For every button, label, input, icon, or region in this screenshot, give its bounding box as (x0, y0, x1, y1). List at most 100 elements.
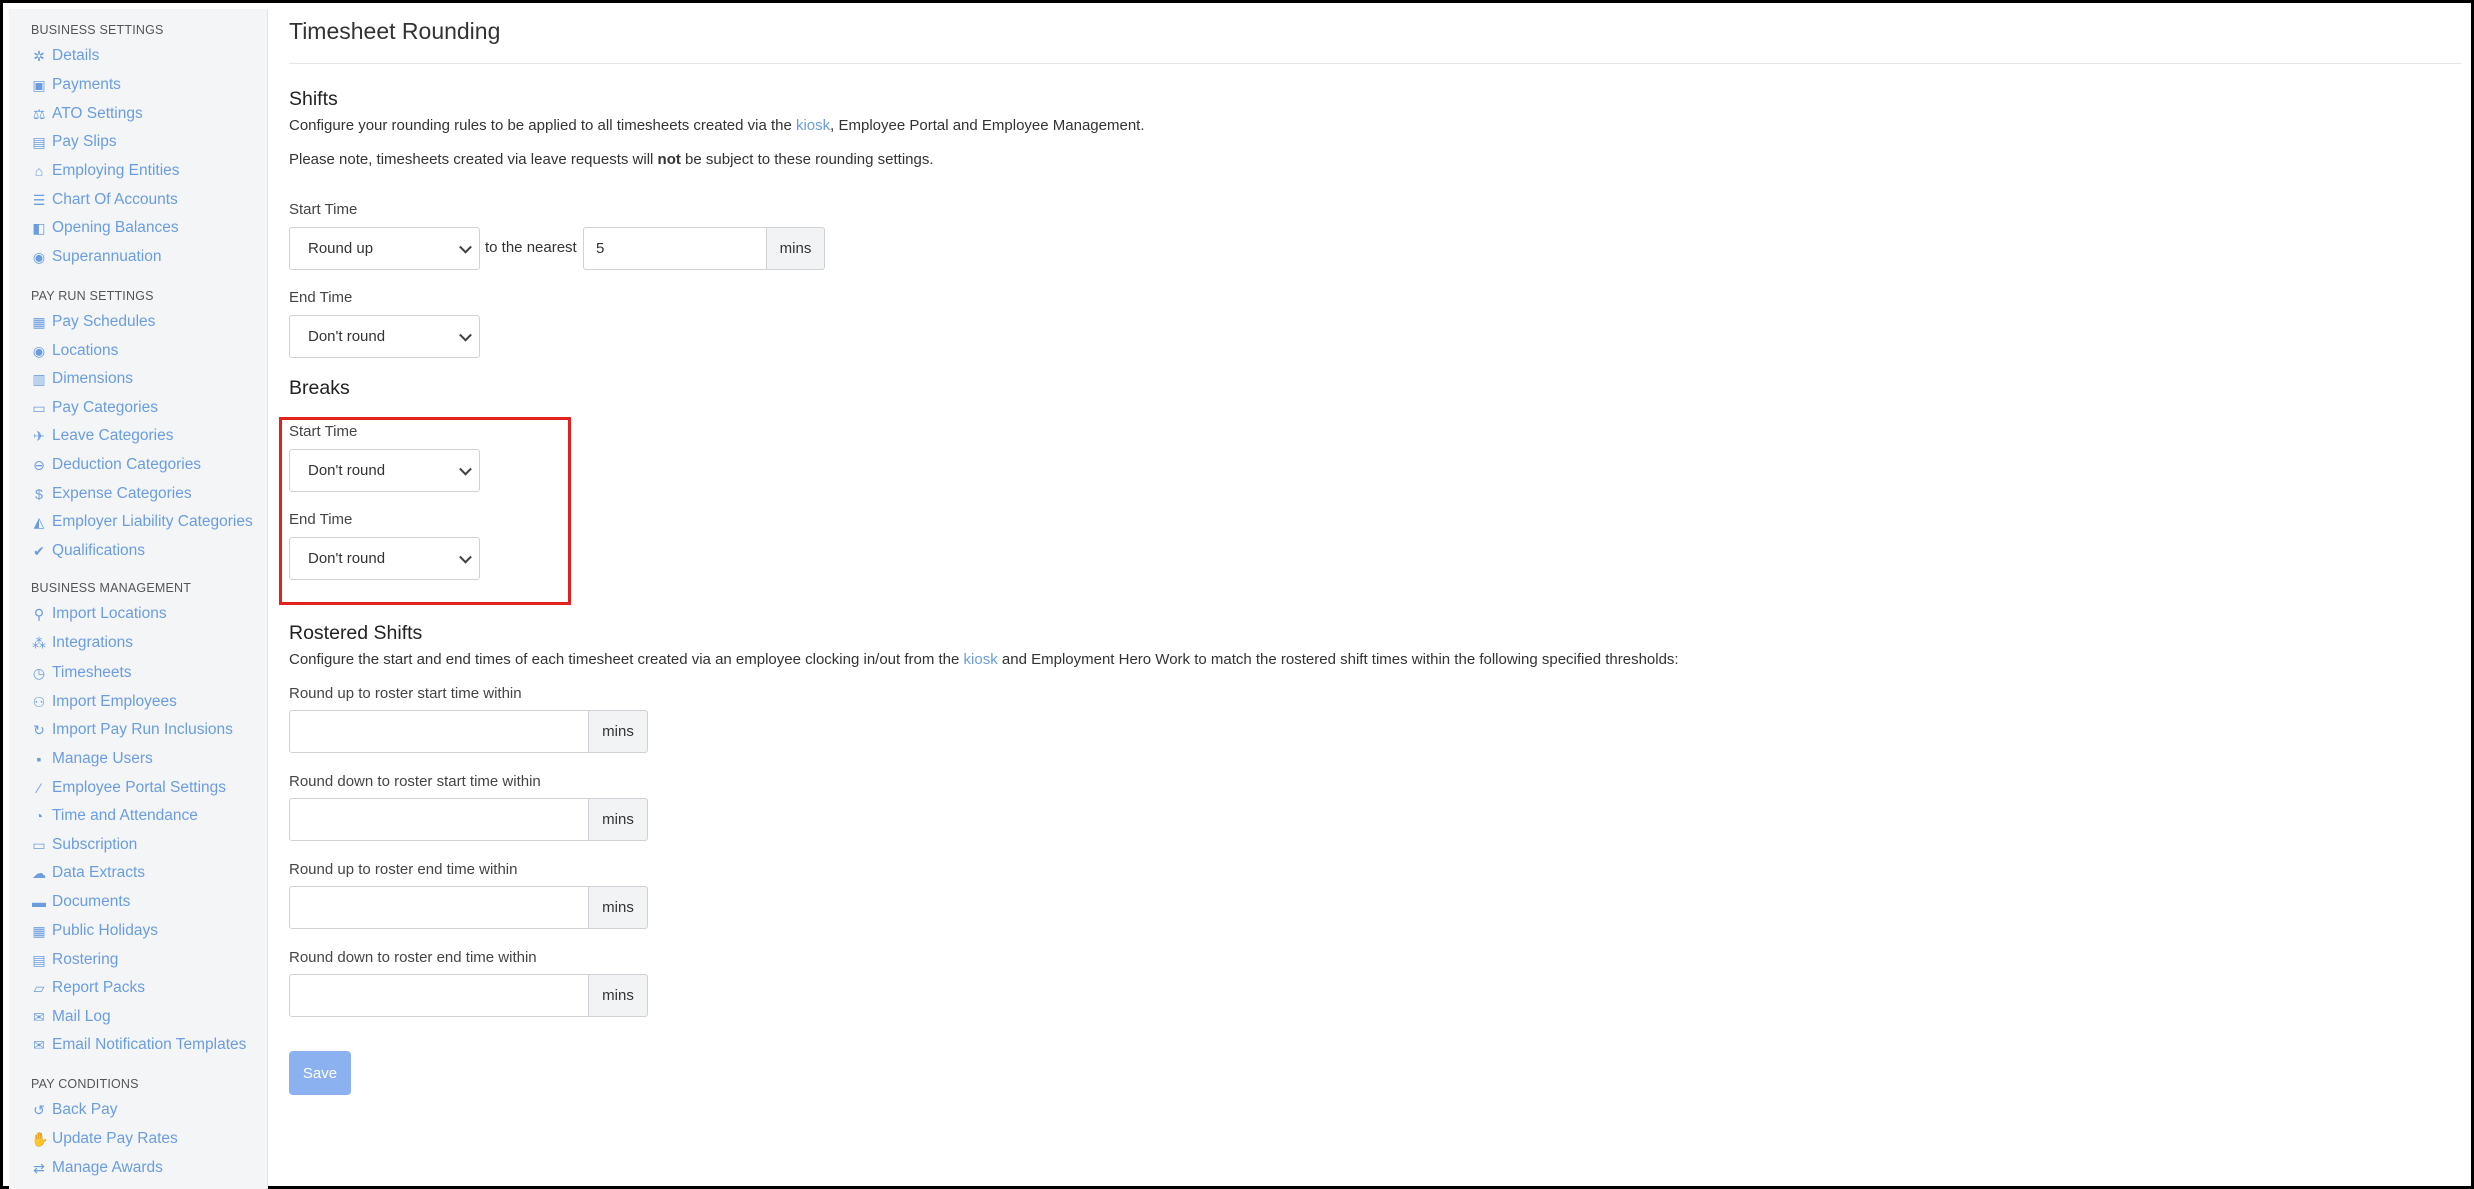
sidebar-item-import-pay-run-inclusions[interactable]: ↻ Import Pay Run Inclusions (31, 719, 233, 741)
round-up-start-input[interactable] (289, 710, 589, 753)
calendar-grid-icon: ▤ (32, 952, 46, 968)
sidebar-item-pay-schedules[interactable]: ▦ Pay Schedules (31, 311, 155, 333)
shifts-start-time-select[interactable]: Round up (289, 227, 480, 270)
list-icon: ☰ (32, 192, 46, 208)
breaks-heading: Breaks (289, 377, 350, 399)
round-down-start-label: Round down to roster start time within (289, 773, 541, 790)
sidebar-item-deduction-categories[interactable]: ⊖ Deduction Categories (31, 454, 201, 476)
sidebar-item-details[interactable]: ✲ Details (31, 45, 99, 67)
sidebar-section-pay-run-settings: PAY RUN SETTINGS (31, 289, 154, 303)
hand-money-icon: ✋ (31, 1131, 49, 1147)
globe-icon: ◉ (32, 343, 46, 359)
kiosk-link[interactable]: kiosk (796, 117, 830, 134)
sidebar-item-update-pay-rates[interactable]: ✋ Update Pay Rates (31, 1128, 178, 1150)
sidebar-item-employer-liability-categories[interactable]: ◭ Employer Liability Categories (31, 511, 253, 533)
sidebar-item-chart-of-accounts[interactable]: ☰ Chart Of Accounts (31, 189, 178, 211)
minus-circle-icon: ⊖ (33, 457, 45, 473)
round-down-start-input[interactable] (289, 798, 589, 841)
calendar-icon: ▦ (32, 314, 46, 330)
sidebar-item-leave-categories[interactable]: ✈ Leave Categories (31, 425, 173, 447)
round-up-end-input[interactable] (289, 886, 589, 929)
sidebar-item-ato-settings[interactable]: ⚖ ATO Settings (31, 103, 143, 125)
save-button[interactable]: Save (289, 1051, 351, 1095)
scale-icon: ⚖ (32, 106, 46, 122)
plane-icon: ✈ (33, 428, 45, 444)
sidebar-item-time-and-attendance[interactable]: ◔ Time and Attendance (31, 805, 198, 827)
sidebar-item-public-holidays[interactable]: ▦ Public Holidays (31, 920, 158, 942)
round-up-end-label: Round up to roster end time within (289, 861, 518, 878)
sidebar-item-opening-balances[interactable]: ◧ Opening Balances (31, 217, 178, 239)
sidebar-item-employee-portal-settings[interactable]: ⁄ Employee Portal Settings (31, 777, 226, 799)
sidebar-item-integrations[interactable]: ⁂ Integrations (31, 632, 133, 654)
clock-icon: ◷ (32, 665, 46, 681)
shifts-description: Configure your rounding rules to be appl… (289, 117, 1145, 134)
history-icon: ↺ (33, 1102, 45, 1118)
sidebar-item-locations[interactable]: ◉ Locations (31, 340, 118, 362)
sidebar-item-employing-entities[interactable]: ⌂ Employing Entities (31, 160, 180, 182)
sidebar-item-payments[interactable]: ▣ Payments (31, 74, 121, 96)
sidebar-item-qualifications[interactable]: ✔ Qualifications (31, 540, 145, 562)
kiosk-link[interactable]: kiosk (964, 651, 998, 668)
sidebar-item-pay-slips[interactable]: ▤ Pay Slips (31, 131, 116, 153)
globe-icon: ◉ (32, 249, 46, 265)
nearest-minutes-unit: mins (767, 227, 825, 270)
round-down-end-label: Round down to roster end time within (289, 949, 537, 966)
sidebar-item-superannuation[interactable]: ◉ Superannuation (31, 246, 162, 268)
exchange-icon: ⇄ (33, 1160, 45, 1176)
card-icon: ▭ (32, 837, 46, 853)
folder-open-icon: ▱ (33, 980, 45, 996)
sidebar-section-business-management: BUSINESS MANAGEMENT (31, 581, 192, 595)
user-clock-icon: ◔ (34, 808, 44, 824)
sidebar-item-dimensions[interactable]: ▥ Dimensions (31, 368, 133, 390)
sidebar-item-mail-log[interactable]: ✉ Mail Log (31, 1006, 110, 1028)
sidebar-item-pay-categories[interactable]: ▭ Pay Categories (31, 397, 158, 419)
calendar-icon: ▦ (32, 923, 46, 939)
shifts-end-time-select[interactable]: Don't round (289, 315, 480, 358)
rostered-shifts-heading: Rostered Shifts (289, 622, 423, 644)
refresh-icon: ↻ (33, 722, 45, 738)
wand-icon: ⁄ (37, 780, 41, 796)
round-down-end-input[interactable] (289, 974, 589, 1017)
gear-icon: ✲ (33, 48, 45, 64)
round-down-end-unit: mins (589, 974, 648, 1017)
floppy-icon: ▣ (32, 77, 46, 93)
sidebar-item-data-extracts[interactable]: ☁ Data Extracts (31, 862, 145, 884)
sidebar-item-subscription[interactable]: ▭ Subscription (31, 834, 137, 856)
folder-icon: ▬ (32, 894, 46, 910)
sidebar-item-import-locations[interactable]: ⚲ Import Locations (31, 603, 167, 625)
chart-icon: ▥ (32, 371, 46, 387)
nearest-minutes-input[interactable]: 5 (583, 227, 767, 270)
dollar-circle-icon: $ (35, 486, 43, 502)
lock-icon: ▪ (36, 751, 42, 767)
sidebar-item-rostering[interactable]: ▤ Rostering (31, 949, 118, 971)
pin-icon: ⚲ (33, 606, 45, 622)
sidebar-item-documents[interactable]: ▬ Documents (31, 891, 130, 913)
shifts-start-time-label: Start Time (289, 201, 358, 218)
sidebar-item-expense-categories[interactable]: $ Expense Categories (31, 483, 192, 505)
shifts-heading: Shifts (289, 88, 338, 110)
sidebar-item-timesheets[interactable]: ◷ Timesheets (31, 662, 132, 684)
chevron-down-icon (459, 240, 472, 254)
page-title: Timesheet Rounding (289, 18, 501, 44)
round-down-start-unit: mins (589, 798, 648, 841)
ledger-icon: ◧ (32, 220, 46, 236)
to-the-nearest-label: to the nearest (485, 239, 577, 256)
area-chart-icon: ◭ (33, 514, 45, 530)
people-icon: ⚇ (32, 694, 46, 710)
sidebar-item-manage-users[interactable]: ▪ Manage Users (31, 748, 153, 770)
sidebar-item-back-pay[interactable]: ↺ Back Pay (31, 1099, 117, 1121)
file-icon: ▤ (32, 134, 46, 150)
puzzle-icon: ⁂ (32, 635, 46, 651)
sidebar-item-report-packs[interactable]: ▱ Report Packs (31, 977, 145, 999)
sidebar-item-email-notification-templates[interactable]: ✉ Email Notification Templates (31, 1034, 246, 1056)
rostered-shifts-description: Configure the start and end times of eac… (289, 651, 1679, 668)
sidebar-section-business-settings: BUSINESS SETTINGS (31, 23, 164, 37)
round-up-end-unit: mins (589, 886, 648, 929)
sidebar-item-manage-awards[interactable]: ⇄ Manage Awards (31, 1157, 163, 1179)
sidebar-item-import-employees[interactable]: ⚇ Import Employees (31, 691, 177, 713)
round-up-start-label: Round up to roster start time within (289, 685, 522, 702)
title-divider (289, 63, 2461, 64)
envelope-icon: ✉ (33, 1037, 45, 1053)
check-icon: ✔ (33, 543, 45, 559)
highlight-box (279, 417, 571, 605)
